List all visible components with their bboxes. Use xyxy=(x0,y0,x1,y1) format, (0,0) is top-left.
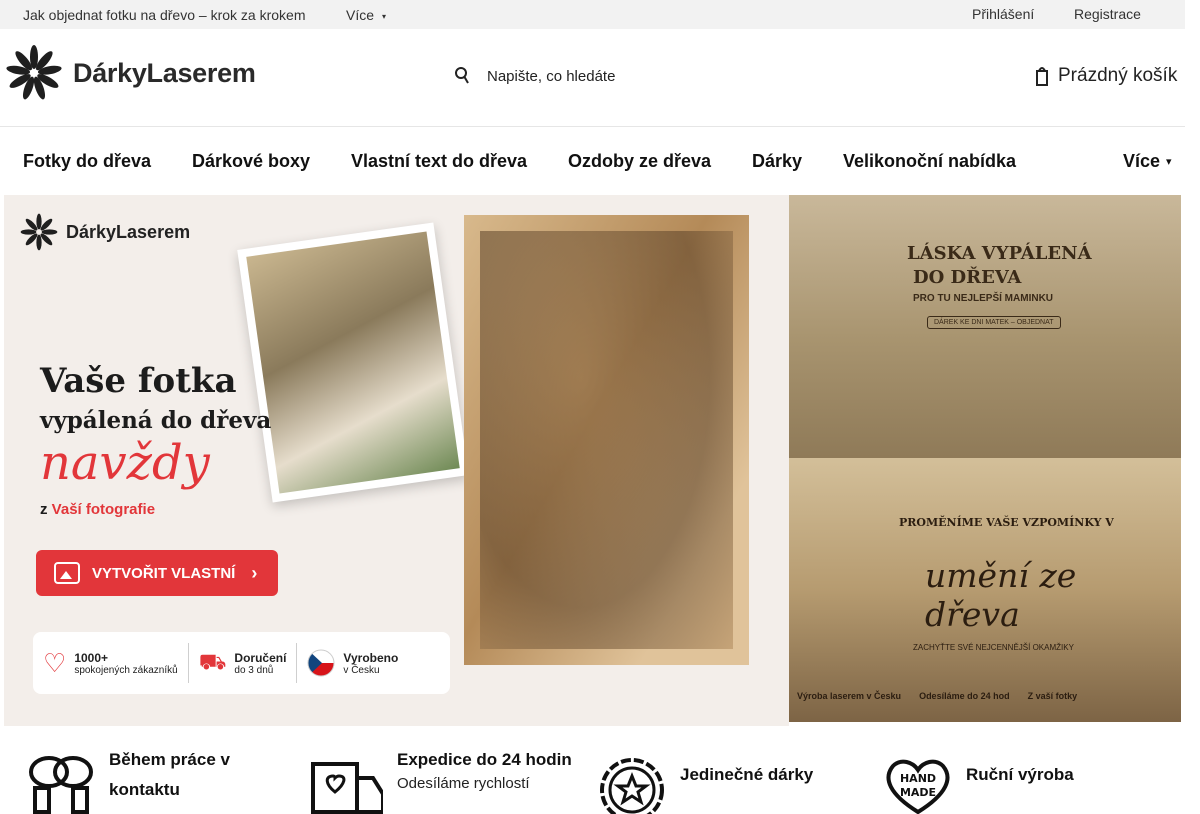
feature-title: Během práce v xyxy=(109,750,230,769)
logo-flower-icon xyxy=(6,45,62,100)
search-field[interactable]: Napište, co hledáte xyxy=(455,65,615,87)
banner-r2-footer: Výroba laserem v Česku Odesíláme do 24 h… xyxy=(797,691,1077,701)
top-bar: Jak objednat fotku na dřevo – krok za kr… xyxy=(0,0,1185,29)
banner-logo: DárkyLaserem xyxy=(20,213,190,251)
badge-title: 1000+ xyxy=(74,650,109,665)
banner-r2-foot-item: Odesíláme do 24 hod xyxy=(919,691,1010,701)
delivery-box-icon xyxy=(311,762,383,814)
banner-r1-line2: DO DŘEVA xyxy=(913,267,1022,288)
logo-text: DárkyLaserem xyxy=(73,57,256,88)
badge-title: Doručení xyxy=(234,650,287,665)
topbar-more-label: Více xyxy=(346,7,375,23)
nav-item-vlastni-text[interactable]: Vlastní text do dřeva xyxy=(351,151,527,172)
czech-flag-icon xyxy=(307,649,335,677)
login-link[interactable]: Přihlášení xyxy=(972,6,1034,22)
register-link[interactable]: Registrace xyxy=(1074,6,1141,22)
image-icon xyxy=(54,562,80,584)
cart-button[interactable]: Prázdný košík xyxy=(1036,65,1177,87)
banner-script-text: navždy xyxy=(40,435,210,491)
main-nav: Fotky do dřeva Dárkové boxy Vlastní text… xyxy=(0,127,1185,195)
banner-r1-line1: LÁSKA VYPÁLENÁ xyxy=(907,243,1092,264)
feature-title: Expedice do 24 hodin xyxy=(397,750,572,769)
site-header: DárkyLaserem Napište, co hledáte Prázdný… xyxy=(0,29,1185,127)
banner-from-prefix: z xyxy=(40,501,48,518)
nav-item-darky[interactable]: Dárky xyxy=(752,151,802,172)
badge-title: Vyrobeno xyxy=(343,650,399,665)
banner-r2-line1: PROMĚNÍME VAŠE VZPOMÍNKY V xyxy=(899,516,1114,529)
wood-engraving-image xyxy=(464,215,749,665)
nav-item-fotky[interactable]: Fotky do dřeva xyxy=(23,151,151,172)
badge-delivery: ⛟ Doručení do 3 dnů xyxy=(187,643,297,683)
banner-from-highlight: Vaší fotografie xyxy=(51,501,156,518)
svg-text:MADE: MADE xyxy=(900,786,936,799)
nav-item-velikonoce[interactable]: Velikonoční nabídka xyxy=(843,151,1016,172)
badge-sub: v Česku xyxy=(343,664,380,676)
banner-r2-line3: ZACHYŤTE SVÉ NEJCENNĚJŠÍ OKAMŽIKY xyxy=(913,643,1074,652)
banner-r2-foot-item: Výroba laserem v Česku xyxy=(797,691,902,701)
cart-icon xyxy=(1036,67,1048,86)
topbar-more-menu[interactable]: Více ▾ xyxy=(346,7,386,23)
nav-more-menu[interactable]: Více ▾ xyxy=(1123,151,1172,172)
badge-made-in-czech: Vyrobeno v Česku xyxy=(296,643,408,683)
handmade-heart-icon: HAND MADE xyxy=(886,759,950,814)
create-custom-label: VYTVOŘIT VLASTNÍ xyxy=(92,564,236,582)
feature-title: Jedinečné dárky xyxy=(680,765,814,784)
badge-customers: ♡ 1000+ spokojených zákazníků xyxy=(33,643,188,683)
chevron-down-icon: ▾ xyxy=(1166,156,1172,168)
chevron-right-icon: › xyxy=(251,562,258,583)
feature-unique: Jedinečné dárky xyxy=(594,726,813,814)
banner-from-text: z Vaší fotografie xyxy=(40,501,155,518)
badge-sub: spokojených zákazníků xyxy=(74,664,178,676)
mothers-day-banner[interactable]: LÁSKA VYPÁLENÁ DO DŘEVA PRO TU NEJLEPŠÍ … xyxy=(789,195,1181,458)
truck-icon: ⛟ xyxy=(198,648,227,674)
cart-label: Prázdný košík xyxy=(1058,65,1178,86)
trust-badges: ♡ 1000+ spokojených zákazníků ⛟ Doručení… xyxy=(33,632,450,694)
feature-title-2: kontaktu xyxy=(109,780,180,799)
banner-title: Vaše fotka xyxy=(40,361,237,401)
logo-flower-icon xyxy=(20,213,58,251)
banner-r2-foot-item: Z vaší fotky xyxy=(1027,691,1078,701)
feature-contact: Během práce v kontaktu xyxy=(27,726,230,814)
features-row: Během práce v kontaktu Expedice do 24 ho… xyxy=(0,726,1185,814)
how-to-order-link[interactable]: Jak objednat fotku na dřevo – krok za kr… xyxy=(23,7,305,23)
heart-icon: ♡ xyxy=(43,647,67,678)
search-placeholder: Napište, co hledáte xyxy=(487,67,616,85)
create-custom-button[interactable]: VYTVOŘIT VLASTNÍ › xyxy=(36,550,278,596)
nav-more-label: Více xyxy=(1123,151,1161,171)
feature-handmade: HAND MADE Ruční výroba xyxy=(878,726,1074,814)
banner-r1-line3: PRO TU NEJLEPŠÍ MAMINKU xyxy=(913,293,1054,304)
search-icon xyxy=(455,67,469,84)
banner-r2-line2: umění ze dřeva xyxy=(925,556,1077,634)
banner-r1-button: DÁREK KE DNI MATEK – OBJEDNAT xyxy=(927,316,1061,329)
badge-sub: do 3 dnů xyxy=(234,664,274,676)
banner-subtitle: vypálená do dřeva xyxy=(40,407,272,434)
feature-title: Ruční výroba xyxy=(966,765,1074,784)
chevron-down-icon: ▾ xyxy=(382,12,387,21)
logo[interactable]: DárkyLaserem xyxy=(5,44,256,102)
chat-bubbles-icon xyxy=(29,756,93,814)
wedding-photo xyxy=(237,222,469,503)
star-rosette-icon xyxy=(600,758,664,814)
svg-text:HAND: HAND xyxy=(900,772,936,785)
hero-banner[interactable]: DárkyLaserem Vaše fotka vypálená do dřev… xyxy=(4,195,789,726)
nav-item-darkove-boxy[interactable]: Dárkové boxy xyxy=(192,151,310,172)
banner-logo-text: DárkyLaserem xyxy=(66,221,191,242)
memories-banner[interactable]: PROMĚNÍME VAŠE VZPOMÍNKY V umění ze dřev… xyxy=(789,458,1181,722)
feature-shipping: Expedice do 24 hodin Odesíláme rychlostí xyxy=(307,726,572,814)
nav-item-ozdoby[interactable]: Ozdoby ze dřeva xyxy=(568,151,711,172)
feature-subtitle: Odesíláme rychlostí xyxy=(397,775,530,792)
